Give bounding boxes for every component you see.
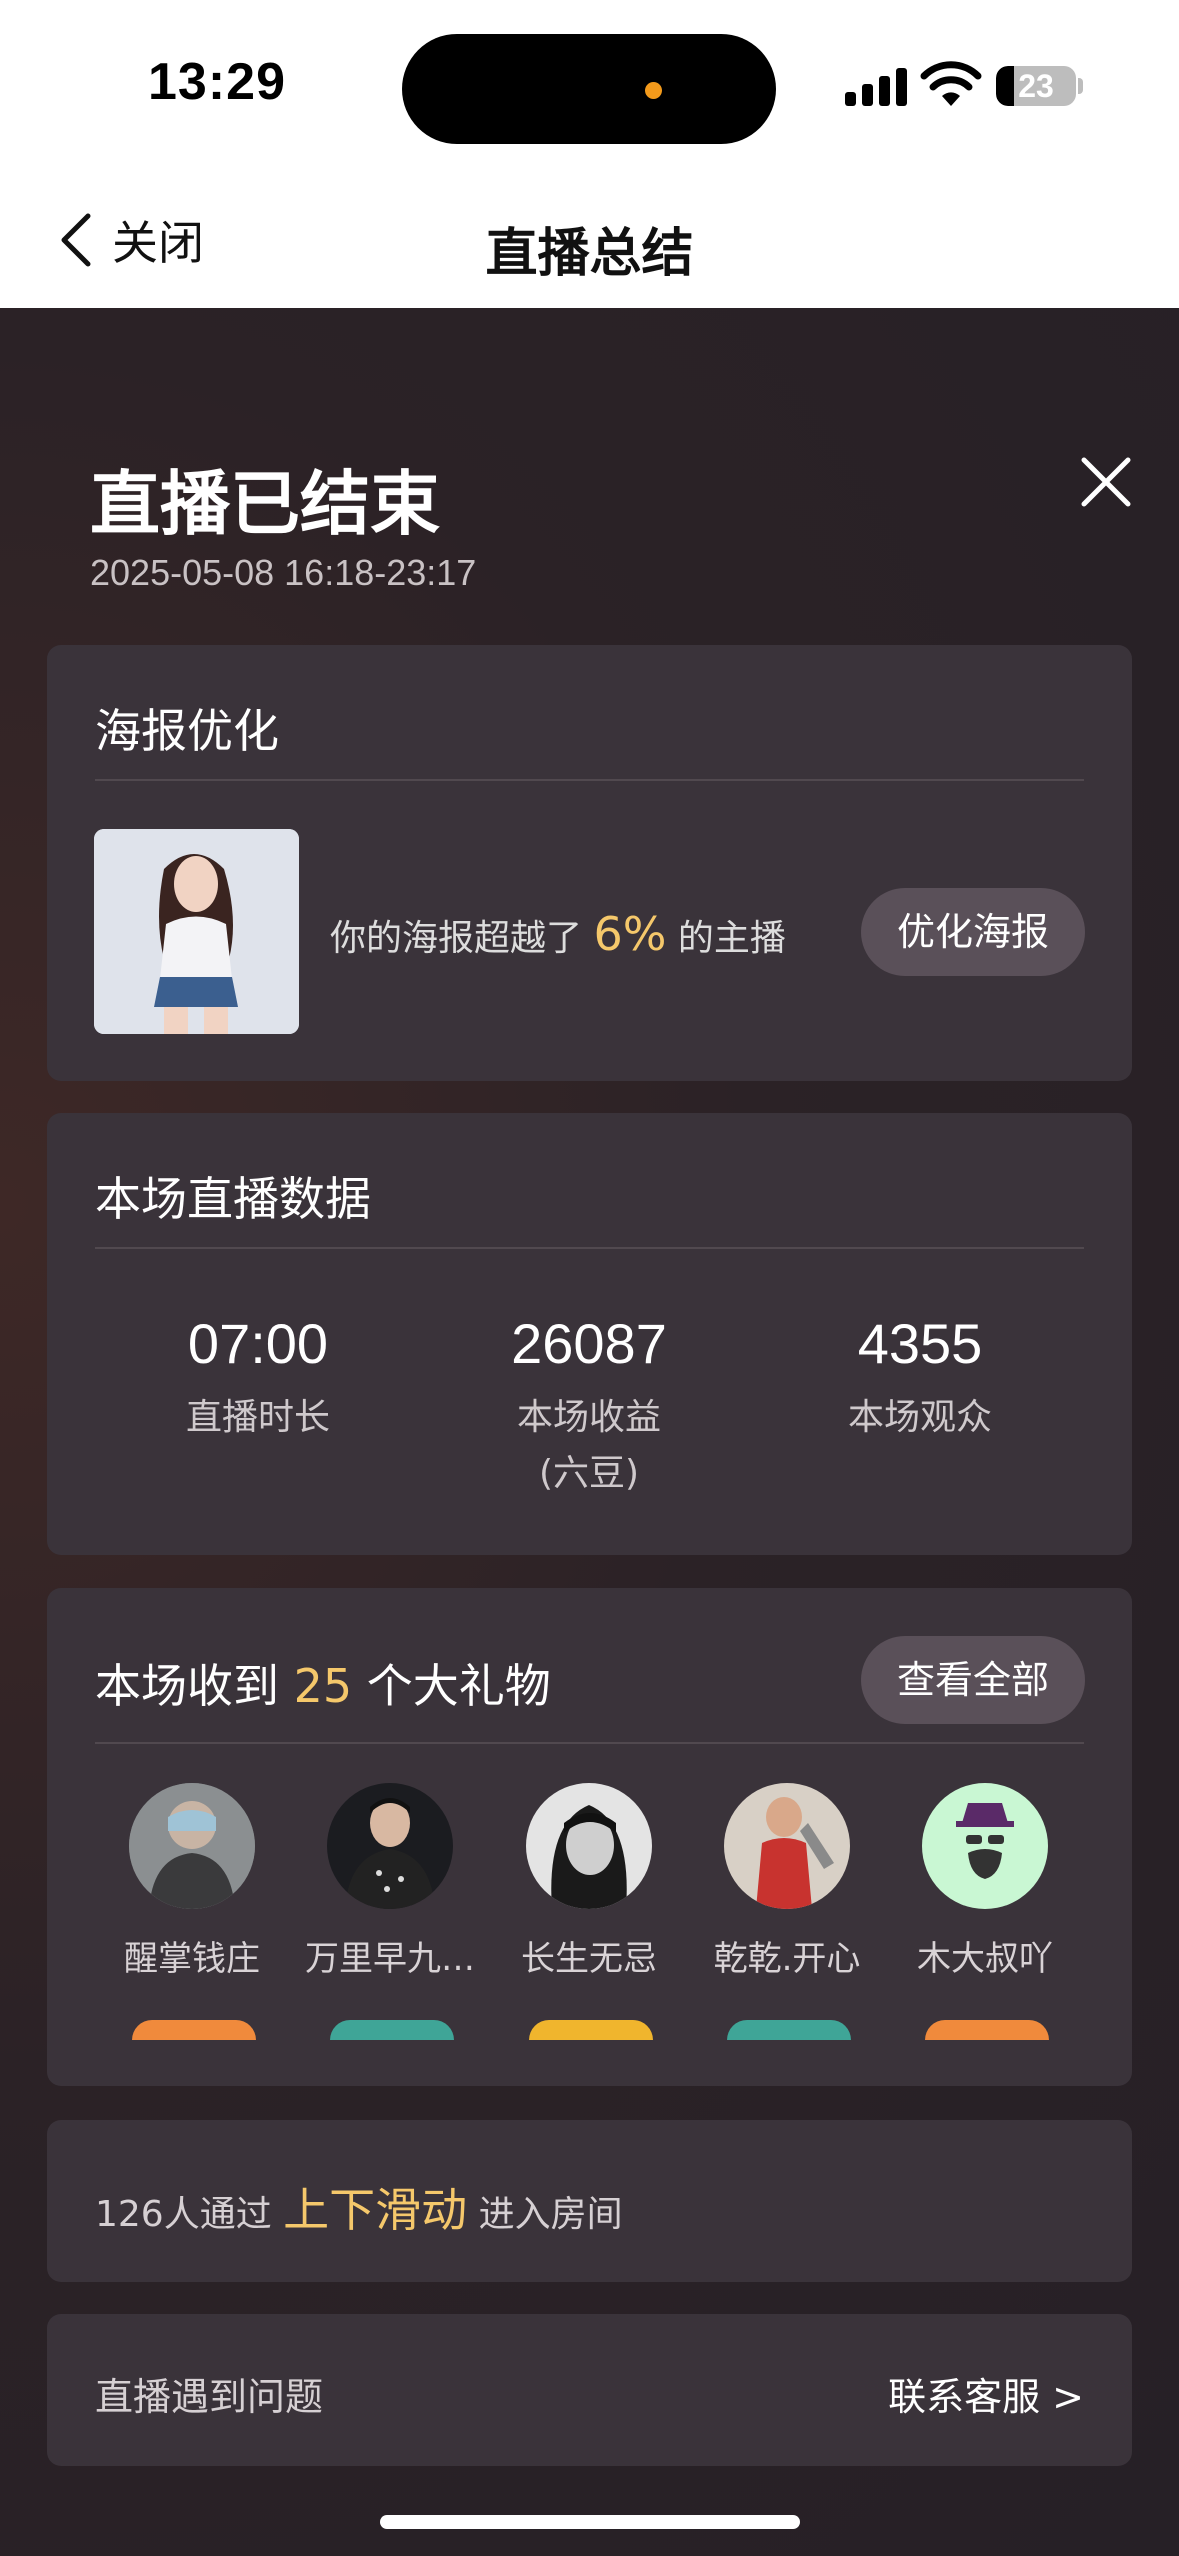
close-icon[interactable] — [1076, 452, 1136, 512]
slide-entry-card: 126人通过 上下滑动 进入房间 — [47, 2120, 1132, 2282]
page-title: 直播已结束 — [90, 463, 440, 545]
divider — [95, 1247, 1084, 1249]
divider — [95, 779, 1084, 781]
gifter-badge — [529, 2020, 653, 2040]
slide-text-suffix: 进入房间 — [478, 2194, 623, 2235]
poster-percent: 6% — [593, 907, 667, 961]
poster-card: 海报优化 你的海报超越了 6% 的主播 优化海报 — [47, 645, 1132, 1081]
gifter-name: 乾乾.开心 — [713, 1939, 861, 1979]
stat-duration: 07:00 直播时长 — [108, 1311, 408, 1446]
gifts-count: 25 — [293, 1659, 353, 1713]
gifts-card: 本场收到 25 个大礼物 查看全部 醒掌钱庄 万里早九… 长生无忌 乾乾.开心 … — [47, 1588, 1132, 2086]
stat-viewers: 4355 本场观众 — [770, 1311, 1070, 1446]
battery-tip — [1078, 78, 1083, 94]
stat-earnings: 26087 本场收益 (六豆) — [439, 1311, 739, 1502]
avatar — [526, 1783, 652, 1909]
stats-card-title: 本场直播数据 — [95, 1172, 371, 1226]
gifter-name: 醒掌钱庄 — [124, 1939, 260, 1979]
gifter-item[interactable]: 长生无忌 — [494, 1783, 684, 1980]
slide-text-highlight: 上下滑动 — [283, 2183, 468, 2237]
view-all-gifts-button[interactable]: 查看全部 — [861, 1636, 1085, 1724]
wifi-icon — [920, 61, 982, 106]
gifter-item[interactable]: 醒掌钱庄 — [97, 1783, 287, 1980]
gifter-badge — [330, 2020, 454, 2040]
poster-thumbnail[interactable] — [94, 829, 299, 1034]
stat-label: 本场收益 — [516, 1397, 661, 1438]
stat-sublabel: (六豆) — [538, 1453, 640, 1494]
gifter-name: 万里早九… — [305, 1939, 475, 1979]
gifts-card-title: 本场收到 25 个大礼物 — [95, 1650, 551, 1716]
avatar — [922, 1783, 1048, 1909]
gifter-name: 长生无忌 — [521, 1939, 657, 1979]
stat-label: 本场观众 — [847, 1397, 992, 1438]
gifter-badge — [132, 2020, 256, 2040]
avatar — [327, 1783, 453, 1909]
status-time: 13:29 — [148, 53, 286, 111]
gifter-item[interactable]: 木大叔吖 — [890, 1783, 1080, 1980]
live-time-range: 2025-05-08 16:18-23:17 — [90, 552, 477, 593]
help-card[interactable]: 直播遇到问题 联系客服 > — [47, 2314, 1132, 2466]
gifter-item[interactable]: 万里早九… — [295, 1783, 485, 1980]
status-bar: 13:29 23 — [0, 0, 1179, 175]
signal-icon — [845, 66, 907, 106]
dynamic-island — [402, 34, 776, 144]
gifter-name: 木大叔吖 — [917, 1939, 1053, 1979]
live-stats-card: 本场直播数据 07:00 直播时长 26087 本场收益 (六豆) 4355 本… — [47, 1113, 1132, 1555]
stat-value: 07:00 — [187, 1312, 329, 1375]
gifter-item[interactable]: 乾乾.开心 — [692, 1783, 882, 1980]
slide-text-prefix: 126人通过 — [95, 2194, 272, 2235]
help-label: 直播遇到问题 — [95, 2375, 324, 2419]
divider — [95, 1742, 1084, 1744]
avatar — [129, 1783, 255, 1909]
nav-bar: 关闭 直播总结 — [0, 175, 1179, 308]
home-indicator[interactable] — [380, 2515, 800, 2529]
slide-entry-text: 126人通过 上下滑动 进入房间 — [95, 2174, 623, 2240]
poster-text-suffix: 的主播 — [677, 918, 786, 959]
battery-level: 23 — [1018, 68, 1054, 104]
stat-value: 4355 — [857, 1312, 983, 1375]
poster-card-title: 海报优化 — [95, 704, 279, 758]
gifts-title-suffix: 个大礼物 — [366, 1659, 551, 1713]
stat-label: 直播时长 — [185, 1397, 330, 1438]
gifter-badge — [727, 2020, 851, 2040]
nav-title: 直播总结 — [485, 224, 694, 284]
gifts-title-prefix: 本场收到 — [95, 1659, 279, 1713]
poster-image — [94, 829, 299, 1034]
poster-rank-text: 你的海报超越了 6% 的主播 — [330, 907, 786, 961]
optimize-poster-button[interactable]: 优化海报 — [861, 888, 1085, 976]
avatar — [724, 1783, 850, 1909]
stat-value: 26087 — [511, 1312, 667, 1375]
contact-support-link[interactable]: 联系客服 > — [888, 2366, 1084, 2421]
battery-icon: 23 — [996, 66, 1076, 106]
gifter-badge — [925, 2020, 1049, 2040]
recording-indicator-icon — [645, 82, 662, 99]
poster-text-prefix: 你的海报超越了 — [330, 918, 583, 959]
